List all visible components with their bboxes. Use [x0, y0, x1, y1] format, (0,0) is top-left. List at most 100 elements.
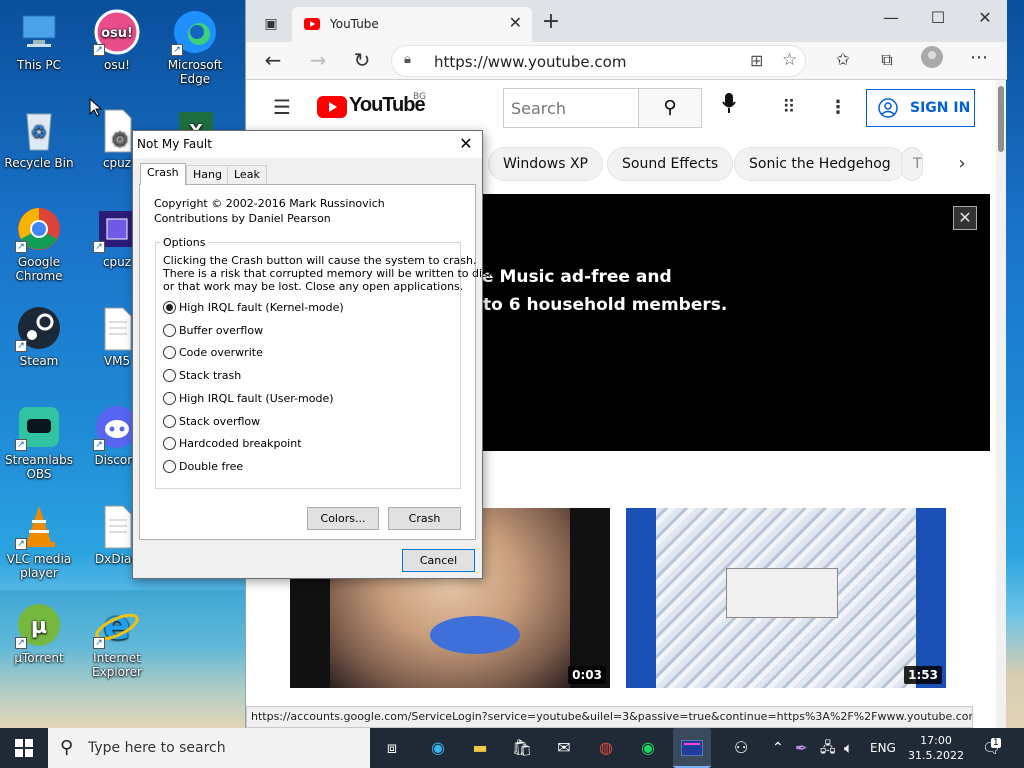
forward-icon[interactable]: → [303, 45, 333, 75]
radio-buffer-overflow[interactable]: Buffer overflow [163, 323, 263, 339]
desktop-icon-steam[interactable]: ↗ Steam [1, 304, 77, 368]
maximize-icon[interactable]: ☐ [923, 3, 953, 33]
recycle-bin-icon: ♻ [15, 106, 63, 154]
network-icon[interactable]: 🖧︎ [820, 728, 836, 768]
crash-button[interactable]: Crash [388, 507, 461, 530]
notification-count-badge: 1 [991, 738, 1001, 748]
colors-button[interactable]: Colors... [307, 507, 379, 530]
profile-avatar-icon[interactable] [917, 46, 947, 76]
options-label: Options [160, 236, 209, 249]
mail-icon[interactable]: ✉ [550, 734, 578, 762]
radio-circle[interactable] [163, 301, 176, 314]
desktop-icon-vlc[interactable]: ↗ VLC media player [1, 502, 77, 580]
radio-circle[interactable] [163, 369, 176, 382]
desktop-icon-streamlabs-obs[interactable]: ↗ Streamlabs OBS [1, 403, 77, 481]
desktop-icon-utorrent[interactable]: µ ↗ µTorrent [1, 601, 77, 665]
microphone-icon[interactable] [714, 93, 744, 123]
taskbar-chrome-icon[interactable]: ◍ [592, 734, 620, 762]
new-tab-icon[interactable]: + [536, 9, 566, 39]
search-placeholder: Type here to search [88, 740, 226, 756]
desktop-icon-this-pc[interactable]: This PC [1, 8, 77, 72]
app-available-icon[interactable]: ⊞ [750, 51, 763, 70]
tab-hang[interactable]: Hang [186, 165, 229, 185]
volume-icon[interactable]: 🔈︎ [844, 728, 853, 768]
radio-circle[interactable] [163, 460, 176, 473]
radio-stack-overflow[interactable]: Stack overflow [163, 414, 260, 430]
youtube-premium-ad-banner[interactable]: ✕ e Music ad-free and to 6 household mem… [482, 194, 990, 451]
collections-icon[interactable]: ⧉ [872, 45, 902, 75]
radio-code-overwrite[interactable]: Code overwrite [163, 345, 263, 361]
file-explorer-icon[interactable]: ▬ [466, 734, 494, 762]
radio-high-irql-kernel[interactable]: High IRQL fault (Kernel-mode) [163, 300, 344, 316]
close-tab-icon[interactable]: ✕ [509, 13, 522, 32]
desktop-icon-label: Streamlabs OBS [5, 453, 73, 481]
add-favorite-icon[interactable]: ☆ [782, 50, 797, 70]
feather-tray-icon[interactable]: ✒ [795, 728, 808, 768]
radio-circle[interactable] [163, 437, 176, 450]
radio-double-free[interactable]: Double free [163, 459, 243, 475]
video-duration-2: 1:53 [904, 666, 942, 684]
task-view-icon[interactable]: ⧈ [378, 734, 406, 762]
settings-more-icon[interactable]: ⋯ [964, 43, 994, 73]
minimize-icon[interactable]: — [876, 3, 906, 33]
chevron-up-icon[interactable]: ⌃ [772, 728, 784, 768]
clock[interactable]: 17:00 31.5.2022 г. [905, 728, 967, 768]
tab-leak[interactable]: Leak [227, 165, 267, 185]
radio-circle[interactable] [163, 324, 176, 337]
taskbar-edge-icon[interactable]: ◉ [424, 734, 452, 762]
address-bar[interactable]: 🔒︎ https://www.youtube.com ⊞ ☆ [391, 45, 806, 77]
desktop-icon-google-chrome[interactable]: ↗ Google Chrome [1, 205, 77, 283]
radio-hardcoded-breakpoint[interactable]: Hardcoded breakpoint [163, 436, 302, 452]
dialog-close-icon[interactable]: ✕ [454, 133, 478, 155]
page-scrollbar[interactable] [996, 80, 1006, 728]
favorites-icon[interactable]: ✩ [828, 45, 858, 75]
desktop-icon-label: Steam [19, 354, 59, 368]
microsoft-store-icon[interactable]: 🛍︎ [508, 734, 536, 762]
radio-circle[interactable] [163, 346, 176, 359]
chip-windows-xp[interactable]: Windows XP [488, 147, 603, 181]
tab-crash[interactable]: Crash [140, 163, 186, 185]
video-thumbnail-2[interactable]: 1:53 [626, 508, 946, 688]
chip-sonic-the-hedgehog[interactable]: Sonic the Hedgehog [734, 147, 906, 181]
windows-logo-icon [15, 739, 33, 757]
chevron-right-icon[interactable]: › [947, 149, 977, 179]
thumbnail-lips [430, 616, 520, 654]
spotify-icon[interactable]: ◉ [634, 734, 662, 762]
language-indicator[interactable]: ENG [870, 728, 896, 768]
chip-truncated[interactable]: T [901, 147, 923, 181]
taskbar-search-box[interactable]: ⚲ Type here to search [48, 728, 370, 768]
radio-circle[interactable] [163, 392, 176, 405]
cancel-button[interactable]: Cancel [402, 549, 475, 572]
hamburger-menu-icon[interactable]: ☰ [267, 92, 297, 122]
tab-title: YouTube [330, 17, 379, 31]
sign-in-button[interactable]: SIGN IN [866, 89, 975, 127]
apps-grid-icon[interactable]: ⠿ [774, 93, 804, 123]
refresh-icon[interactable]: ↻ [347, 45, 377, 75]
dialog-title-bar[interactable]: Not My Fault [133, 131, 482, 158]
radio-stack-trash[interactable]: Stack trash [163, 368, 241, 384]
notification-center-icon[interactable]: 🗨︎ 1 [982, 728, 1004, 768]
internet-explorer-icon: e ↗ [93, 601, 141, 649]
clock-date: 31.5.2022 г. [908, 749, 964, 768]
desktop-icon-microsoft-edge[interactable]: ↗ Microsoft Edge [157, 8, 233, 86]
more-vertical-icon[interactable]: ⋮ [823, 93, 853, 123]
taskbar-notmyfault-app[interactable] [673, 728, 711, 768]
youtube-search-input[interactable] [503, 88, 639, 128]
chip-sound-effects[interactable]: Sound Effects [607, 147, 734, 181]
start-button[interactable] [10, 734, 38, 762]
close-ad-icon[interactable]: ✕ [953, 206, 977, 230]
video-duration-1: 0:03 [568, 666, 606, 684]
close-window-icon[interactable]: ✕ [970, 3, 1000, 33]
back-icon[interactable]: ← [258, 45, 288, 75]
tab-youtube[interactable]: YouTube ✕ [292, 7, 532, 42]
tab-actions-icon[interactable]: ▣ [256, 9, 286, 39]
desktop-icon-recycle-bin[interactable]: ♻ Recycle Bin [1, 106, 77, 170]
people-icon[interactable]: ⚇ [734, 728, 748, 768]
radio-high-irql-user[interactable]: High IRQL fault (User-mode) [163, 391, 334, 407]
desktop-icon-osu[interactable]: osu! ↗ osu! [79, 8, 155, 72]
desktop-icon-internet-explorer[interactable]: e ↗ Internet Explorer [79, 601, 155, 679]
svg-text:µ: µ [31, 614, 47, 639]
radio-circle[interactable] [163, 415, 176, 428]
search-button[interactable]: ⚲ [638, 88, 702, 128]
scrollbar-thumb[interactable] [998, 86, 1004, 152]
